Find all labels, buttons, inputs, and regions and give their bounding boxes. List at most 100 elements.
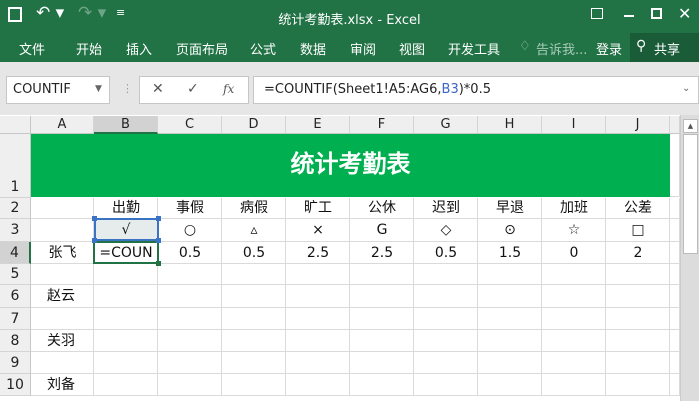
row-header-10[interactable]: 10 — [0, 374, 31, 396]
splitter-icon[interactable]: ⋮ — [122, 82, 133, 95]
cell[interactable] — [478, 352, 542, 374]
cell[interactable] — [606, 374, 670, 396]
cell[interactable] — [222, 352, 286, 374]
expand-formula-icon[interactable]: ⌄ — [682, 83, 690, 94]
column-header-E[interactable]: E — [286, 116, 350, 134]
cell[interactable] — [606, 285, 670, 308]
cell[interactable] — [222, 285, 286, 308]
cell[interactable] — [158, 285, 222, 308]
share-button[interactable]: ⚲ 共享 — [630, 33, 699, 62]
cell[interactable] — [670, 134, 680, 197]
minimize-icon[interactable] — [624, 15, 634, 17]
cell[interactable] — [606, 264, 670, 285]
cell[interactable] — [286, 264, 350, 285]
cell[interactable] — [94, 264, 158, 285]
cell[interactable] — [350, 330, 414, 352]
maximize-icon[interactable] — [651, 8, 662, 19]
cell[interactable] — [414, 374, 478, 396]
row-header-3[interactable]: 3 — [0, 219, 31, 242]
column-header-I[interactable]: I — [542, 116, 606, 134]
cell[interactable] — [414, 330, 478, 352]
cell[interactable] — [31, 308, 94, 330]
select-all-corner[interactable] — [0, 116, 31, 134]
cell[interactable] — [286, 285, 350, 308]
cell[interactable] — [670, 198, 680, 219]
cell[interactable] — [286, 374, 350, 396]
symbol-cell[interactable]: × — [286, 219, 350, 242]
cell[interactable] — [478, 308, 542, 330]
row-header-6[interactable]: 6 — [0, 285, 31, 308]
cell[interactable] — [31, 219, 94, 242]
column-header-G[interactable]: G — [414, 116, 478, 134]
cell[interactable] — [414, 308, 478, 330]
cell[interactable] — [414, 352, 478, 374]
tab-page-layout[interactable]: 页面布局 — [176, 39, 228, 58]
column-header-J[interactable]: J — [606, 116, 670, 134]
row-header-9[interactable]: 9 — [0, 352, 31, 374]
cell[interactable] — [670, 285, 680, 308]
cell[interactable] — [542, 374, 606, 396]
cell[interactable] — [158, 330, 222, 352]
cell[interactable] — [31, 198, 94, 219]
resize-handle[interactable] — [156, 238, 161, 243]
tab-file[interactable]: 文件 — [19, 39, 45, 58]
symbol-cell[interactable]: ⊙ — [478, 219, 542, 242]
cell[interactable] — [286, 330, 350, 352]
tab-review[interactable]: 审阅 — [350, 39, 376, 58]
cell[interactable] — [158, 352, 222, 374]
header-cell[interactable]: 病假 — [222, 198, 286, 219]
row-header-8[interactable]: 8 — [0, 330, 31, 352]
cell[interactable] — [158, 264, 222, 285]
cell[interactable] — [350, 264, 414, 285]
tab-formulas[interactable]: 公式 — [250, 39, 276, 58]
tab-view[interactable]: 视图 — [399, 39, 425, 58]
name-cell[interactable]: 张飞 — [31, 242, 94, 264]
row-header-7[interactable]: 7 — [0, 308, 31, 330]
cell[interactable] — [478, 264, 542, 285]
symbol-cell[interactable]: ◇ — [414, 219, 478, 242]
header-cell[interactable]: 迟到 — [414, 198, 478, 219]
value-cell[interactable]: 2.5 — [350, 242, 414, 264]
header-cell[interactable]: 公休 — [350, 198, 414, 219]
close-icon[interactable]: ✕ — [678, 4, 691, 23]
insert-function-icon[interactable]: fx — [223, 82, 234, 96]
login-link[interactable]: 登录 — [596, 39, 622, 58]
name-cell[interactable]: 关羽 — [31, 330, 94, 352]
column-header-K[interactable] — [670, 116, 680, 134]
name-cell[interactable]: 赵云 — [31, 285, 94, 308]
vertical-scrollbar[interactable]: ▲ — [680, 115, 699, 401]
ribbon-display-icon[interactable] — [591, 8, 603, 19]
cell[interactable] — [670, 308, 680, 330]
row-header-5[interactable]: 5 — [0, 264, 31, 285]
cell[interactable] — [542, 264, 606, 285]
cell[interactable] — [542, 352, 606, 374]
tab-insert[interactable]: 插入 — [126, 39, 152, 58]
cell[interactable] — [94, 330, 158, 352]
cell[interactable] — [222, 330, 286, 352]
resize-handle[interactable] — [92, 216, 97, 221]
resize-handle[interactable] — [156, 216, 161, 221]
cell[interactable] — [670, 242, 680, 264]
value-cell[interactable]: 2 — [606, 242, 670, 264]
value-cell[interactable]: 1.5 — [478, 242, 542, 264]
header-cell[interactable]: 出勤 — [94, 198, 158, 219]
tab-developer[interactable]: 开发工具 — [448, 39, 500, 58]
name-cell[interactable]: 刘备 — [31, 374, 94, 396]
cell[interactable] — [670, 352, 680, 374]
symbol-cell[interactable]: □ — [606, 219, 670, 242]
column-header-F[interactable]: F — [350, 116, 414, 134]
header-cell[interactable]: 事假 — [158, 198, 222, 219]
tab-data[interactable]: 数据 — [300, 39, 326, 58]
column-header-A[interactable]: A — [31, 116, 94, 134]
cell[interactable] — [94, 285, 158, 308]
cell[interactable] — [222, 308, 286, 330]
header-cell[interactable]: 加班 — [542, 198, 606, 219]
cell[interactable] — [31, 352, 94, 374]
cell[interactable] — [542, 285, 606, 308]
cancel-icon[interactable]: ✕ — [152, 81, 164, 97]
cell[interactable] — [414, 285, 478, 308]
value-cell[interactable]: 0.5 — [414, 242, 478, 264]
symbol-cell[interactable]: ▵ — [222, 219, 286, 242]
title-merged-cell[interactable]: 统计考勤表 — [31, 134, 670, 197]
row-header-2[interactable]: 2 — [0, 198, 31, 219]
